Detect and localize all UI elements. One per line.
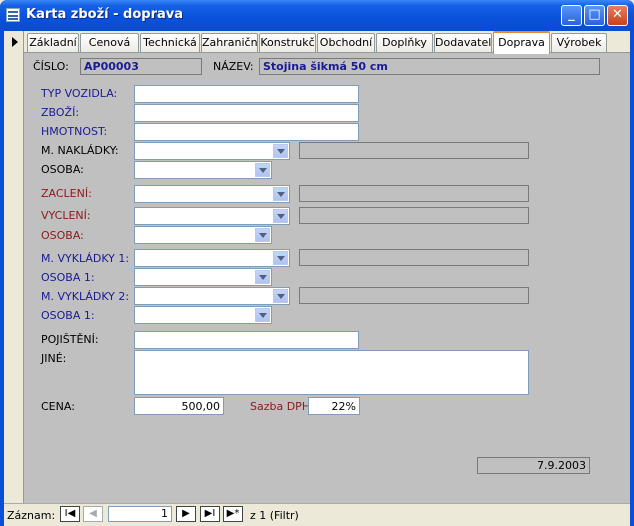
m-vykladky1-detail: [299, 249, 529, 266]
prev-record-button[interactable]: ◀: [83, 506, 103, 522]
cislo-field[interactable]: AP00003: [80, 58, 202, 75]
title-bar[interactable]: Karta zboží - doprava _ □ ✕: [0, 0, 634, 31]
form-icon[interactable]: [6, 8, 20, 22]
osoba-vykladky1-combo[interactable]: [134, 268, 272, 286]
hmotnost-label: HMOTNOST:: [41, 125, 108, 138]
cena-label: CENA:: [41, 400, 75, 413]
vycleni-combo[interactable]: [134, 207, 290, 225]
m-vykladky2-combo[interactable]: [134, 287, 290, 305]
first-record-button[interactable]: I◀: [60, 506, 80, 522]
typ-vozidla-label: TYP VOZIDLA:: [41, 87, 118, 100]
chevron-down-icon[interactable]: [273, 251, 288, 265]
m-vykladky2-label: M. VYKLÁDKY 2:: [41, 290, 130, 303]
tab-obchodni[interactable]: Obchodní: [317, 33, 375, 52]
date-field: 7.9.2003: [477, 457, 590, 474]
zacleni-label: ZACLENÍ:: [41, 187, 92, 200]
m-nakladky-label: M. NAKLÁDKY:: [41, 144, 119, 157]
tab-dodavatel[interactable]: Dodavatel: [434, 33, 492, 52]
osoba-nakladky-combo[interactable]: [134, 161, 272, 179]
current-record-arrow-icon: [12, 37, 18, 47]
m-vykladky2-detail: [299, 287, 529, 304]
chevron-down-icon[interactable]: [255, 163, 270, 177]
vycleni-label: VYCLENÍ:: [41, 209, 91, 222]
nazev-field[interactable]: Stojina šikmá 50 cm: [259, 58, 600, 75]
chevron-down-icon[interactable]: [273, 187, 288, 201]
minimize-button[interactable]: _: [561, 5, 582, 26]
maximize-button[interactable]: □: [584, 5, 605, 26]
m-vykladky1-combo[interactable]: [134, 249, 290, 267]
typ-vozidla-input[interactable]: [134, 85, 359, 103]
cena-input[interactable]: 500,00: [134, 397, 224, 415]
pojisteni-input[interactable]: [134, 331, 359, 349]
chevron-down-icon[interactable]: [273, 144, 288, 158]
record-selector[interactable]: [4, 31, 24, 503]
tab-vyrobek[interactable]: Výrobek: [551, 33, 607, 52]
jine-label: JINÉ:: [41, 352, 67, 365]
last-record-button[interactable]: ▶I: [200, 506, 220, 522]
next-record-button[interactable]: ▶: [176, 506, 196, 522]
window-frame: Karta zboží - doprava _ □ ✕ Základní Cen…: [0, 0, 634, 526]
chevron-down-icon[interactable]: [255, 270, 270, 284]
osoba-vykladky1-label: OSOBA 1:: [41, 271, 95, 284]
tab-konstrukce[interactable]: Konstrukč: [259, 33, 316, 52]
close-button[interactable]: ✕: [607, 5, 628, 26]
record-count-text: z 1 (Filtr): [250, 509, 299, 522]
new-record-button[interactable]: ▶*: [223, 506, 243, 522]
chevron-down-icon[interactable]: [255, 308, 270, 322]
m-nakladky-combo[interactable]: [134, 142, 290, 160]
osoba-celni-combo[interactable]: [134, 226, 272, 244]
cislo-label: ČÍSLO:: [33, 60, 69, 73]
m-nakladky-detail: [299, 142, 529, 159]
osoba-celni-label: OSOBA:: [41, 229, 84, 242]
zacleni-detail: [299, 185, 529, 202]
tab-doprava[interactable]: Doprava: [493, 31, 550, 54]
zaznam-label: Záznam:: [7, 509, 56, 522]
dph-label: Sazba DPH: [250, 400, 311, 413]
m-vykladky1-label: M. VYKLÁDKY 1:: [41, 252, 130, 265]
jine-textarea[interactable]: [134, 350, 529, 395]
tab-technicka[interactable]: Technická: [140, 33, 200, 52]
window-title: Karta zboží - doprava: [26, 7, 184, 22]
tab-cenova[interactable]: Cenová: [80, 33, 139, 52]
zacleni-combo[interactable]: [134, 185, 290, 203]
tab-zakladni[interactable]: Základní: [27, 33, 79, 52]
tab-doplnky[interactable]: Doplňky: [376, 33, 433, 52]
chevron-down-icon[interactable]: [273, 289, 288, 303]
pojisteni-label: POJIŠTĚNÍ:: [41, 333, 99, 346]
zbozi-label: ZBOŽÍ:: [41, 106, 80, 119]
current-record-input[interactable]: 1: [108, 506, 172, 522]
osoba-vykladky2-label: OSOBA 1:: [41, 309, 95, 322]
chevron-down-icon[interactable]: [273, 209, 288, 223]
hmotnost-input[interactable]: [134, 123, 359, 141]
vycleni-detail: [299, 207, 529, 224]
chevron-down-icon[interactable]: [255, 228, 270, 242]
tab-zahranicni[interactable]: Zahraničn: [201, 33, 258, 52]
nazev-label: NÁZEV:: [213, 60, 254, 73]
dph-input[interactable]: 22%: [308, 397, 360, 415]
osoba-nakladky-label: OSOBA:: [41, 163, 84, 176]
zbozi-input[interactable]: [134, 104, 359, 122]
osoba-vykladky2-combo[interactable]: [134, 306, 272, 324]
